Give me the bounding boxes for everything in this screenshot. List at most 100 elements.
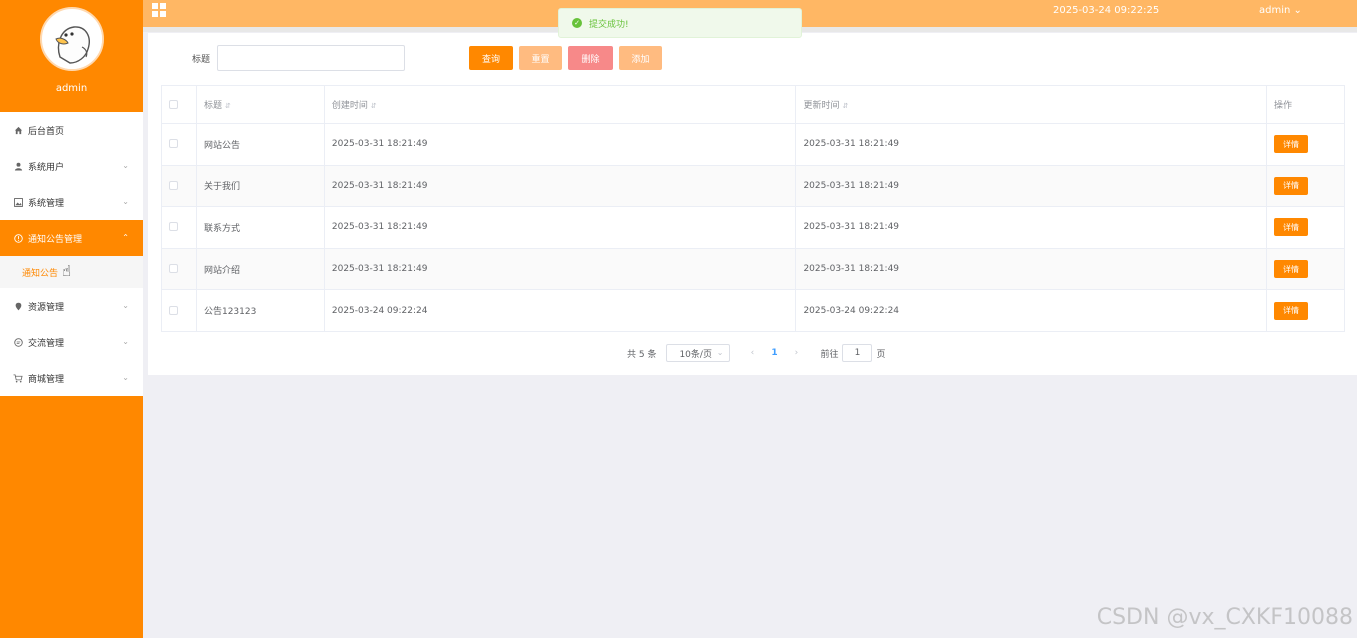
- add-button[interactable]: 添加: [619, 46, 662, 70]
- content-panel: 标题 查询 重置 删除 添加 标题 ⇵ 创建时间 ⇵ 更新时间 ⇵ 操作 网站公告: [148, 33, 1357, 375]
- sort-icon[interactable]: ⇵: [842, 102, 848, 110]
- delete-button[interactable]: 删除: [568, 46, 613, 70]
- detail-button[interactable]: 详情: [1274, 301, 1308, 320]
- user-dropdown[interactable]: admin ⌄: [1259, 5, 1302, 16]
- sidebar-item-label: 交流管理: [28, 338, 65, 349]
- detail-button[interactable]: 详情: [1274, 218, 1308, 237]
- sidebar-item-home[interactable]: 后台首页: [0, 112, 143, 148]
- row-checkbox[interactable]: [169, 139, 178, 149]
- goto-suffix: 页: [876, 349, 886, 360]
- current-datetime: 2025-03-24 09:22:25: [1053, 5, 1160, 16]
- menu-toggle-icon[interactable]: [152, 3, 166, 17]
- user-dropdown-label: admin: [1259, 5, 1291, 16]
- sidebar-item-label: 资源管理: [28, 302, 65, 313]
- select-all-checkbox[interactable]: [169, 99, 178, 109]
- page-size-value: 10条/页: [679, 349, 712, 360]
- row-checkbox[interactable]: [169, 305, 178, 315]
- chevron-down-icon: ⌄: [122, 301, 129, 310]
- sidebar-header: admin: [0, 0, 143, 112]
- cell-created: 2025-03-31 18:21:49: [323, 247, 797, 291]
- sidebar-username: admin: [55, 83, 88, 94]
- select-all-cell: [161, 85, 197, 124]
- prev-page-icon[interactable]: ‹: [744, 348, 760, 358]
- chevron-down-icon: ⌄: [122, 197, 129, 206]
- sidebar-item-resource-management[interactable]: 资源管理 ⌄: [0, 288, 143, 324]
- success-toast: ✓ 提交成功!: [558, 8, 802, 38]
- column-header-updated[interactable]: 更新时间 ⇵: [795, 85, 1267, 124]
- search-label: 标题: [192, 55, 211, 65]
- row-select-cell: [161, 123, 197, 166]
- cell-created: 2025-03-24 09:22:24: [323, 289, 797, 332]
- sidebar-item-communication-management[interactable]: 交流管理 ⌄: [0, 324, 143, 360]
- column-header-label: 创建时间: [331, 101, 368, 111]
- location-icon: [13, 301, 23, 311]
- row-select-cell: [161, 206, 197, 249]
- chevron-down-icon: ⌄: [122, 337, 129, 346]
- cell-updated: 2025-03-31 18:21:49: [795, 206, 1267, 249]
- chevron-down-icon: ⌄: [122, 161, 129, 170]
- row-checkbox[interactable]: [169, 180, 178, 190]
- column-header-title[interactable]: 标题 ⇵: [195, 85, 325, 124]
- toast-message: 提交成功!: [589, 19, 629, 30]
- watermark: CSDN @vx_CXKF10088: [1096, 605, 1353, 630]
- chevron-down-icon: ⌄: [122, 373, 129, 382]
- cell-title: 关于我们: [195, 164, 325, 208]
- next-page-icon[interactable]: ›: [788, 348, 804, 358]
- detail-button[interactable]: 详情: [1274, 260, 1308, 279]
- avatar[interactable]: [39, 7, 104, 71]
- page-number-current[interactable]: 1: [764, 348, 784, 358]
- sidebar-item-system-management[interactable]: 系统管理 ⌄: [0, 184, 143, 220]
- goto-prefix: 前往: [820, 349, 839, 360]
- duck-avatar-icon: [43, 11, 102, 69]
- page-size-select[interactable]: 10条/页 ⌄: [666, 344, 731, 362]
- sidebar-subitem-notice[interactable]: 通知公告 ☝: [0, 256, 143, 288]
- row-select-cell: [161, 289, 197, 332]
- image-icon: [13, 197, 23, 207]
- cell-created: 2025-03-31 18:21:49: [323, 206, 797, 249]
- cell-updated: 2025-03-31 18:21:49: [795, 123, 1267, 166]
- sidebar-item-system-users[interactable]: 系统用户 ⌄: [0, 148, 143, 184]
- column-header-created[interactable]: 创建时间 ⇵: [323, 85, 797, 124]
- column-header-label: 标题: [203, 101, 222, 111]
- cell-actions: 详情: [1266, 289, 1345, 332]
- row-checkbox[interactable]: [169, 222, 178, 232]
- cell-title: 网站介绍: [195, 247, 325, 291]
- table-header-row: 标题 ⇵ 创建时间 ⇵ 更新时间 ⇵ 操作: [161, 85, 1345, 124]
- table-row: 网站介绍 2025-03-31 18:21:49 2025-03-31 18:2…: [161, 247, 1345, 291]
- cell-created: 2025-03-31 18:21:49: [323, 164, 797, 208]
- table-row: 关于我们 2025-03-31 18:21:49 2025-03-31 18:2…: [161, 164, 1345, 208]
- cell-updated: 2025-03-31 18:21:49: [795, 247, 1267, 291]
- cell-actions: 详情: [1266, 123, 1345, 166]
- cart-icon: [13, 373, 23, 383]
- cell-created: 2025-03-31 18:21:49: [323, 123, 797, 166]
- sort-icon[interactable]: ⇵: [225, 102, 231, 110]
- query-button[interactable]: 查询: [469, 46, 513, 70]
- sidebar-item-notice-management[interactable]: 通知公告管理 ⌃: [0, 220, 143, 256]
- chevron-up-icon: ⌃: [122, 233, 129, 242]
- detail-button[interactable]: 详情: [1274, 135, 1308, 154]
- sort-icon[interactable]: ⇵: [371, 102, 377, 110]
- title-search-input[interactable]: [217, 45, 405, 71]
- notice-table: 标题 ⇵ 创建时间 ⇵ 更新时间 ⇵ 操作 网站公告 2025-03-31 18:21…: [161, 85, 1345, 332]
- check-circle-icon: ✓: [572, 18, 582, 28]
- hand-pointer-icon: ☝: [62, 262, 72, 280]
- row-checkbox[interactable]: [169, 264, 178, 274]
- user-icon: [13, 161, 23, 171]
- sidebar-item-label: 后台首页: [28, 126, 65, 137]
- detail-button[interactable]: 详情: [1274, 176, 1308, 195]
- pagination: 共 5 条 10条/页 ⌄ ‹ 1 › 前往 页: [627, 344, 885, 362]
- cell-title: 公告123123: [195, 289, 325, 332]
- reset-button[interactable]: 重置: [519, 46, 562, 70]
- cell-updated: 2025-03-24 09:22:24: [795, 289, 1267, 332]
- row-select-cell: [161, 164, 197, 208]
- sidebar-item-mall-management[interactable]: 商城管理 ⌄: [0, 360, 143, 396]
- sidebar-subitem-label: 通知公告: [22, 268, 59, 279]
- row-select-cell: [161, 247, 197, 291]
- table-row: 公告123123 2025-03-24 09:22:24 2025-03-24 …: [161, 289, 1345, 332]
- goto-page-input[interactable]: [842, 344, 873, 362]
- sidebar-item-label: 系统管理: [28, 198, 65, 209]
- cell-updated: 2025-03-31 18:21:49: [795, 164, 1267, 208]
- sidebar-item-label: 商城管理: [28, 374, 65, 385]
- cell-actions: 详情: [1266, 164, 1345, 208]
- home-icon: [13, 125, 23, 135]
